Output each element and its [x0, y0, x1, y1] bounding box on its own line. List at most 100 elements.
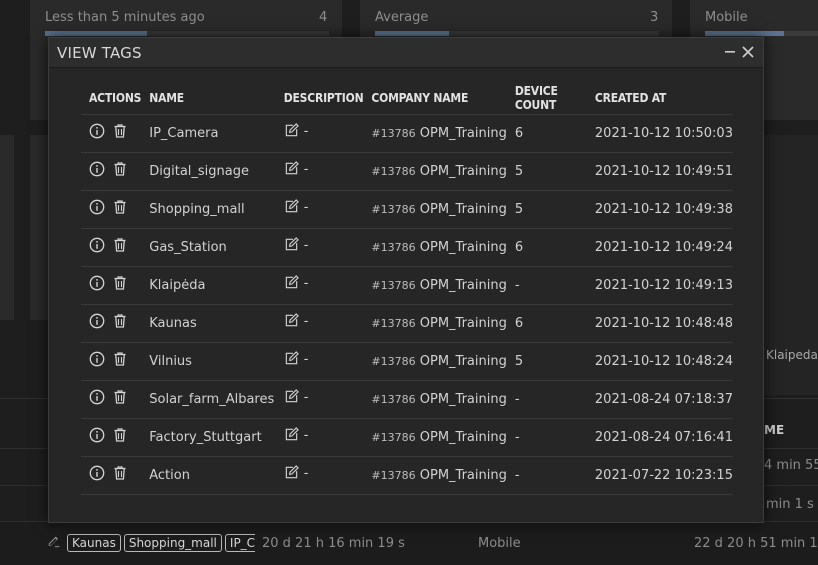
- tag-company: #13786 OPM_Training: [363, 152, 507, 191]
- trash-icon[interactable]: [112, 275, 128, 291]
- trash-icon[interactable]: [112, 161, 128, 177]
- edit-icon[interactable]: [284, 465, 300, 481]
- stat-card-recent-bar: [45, 31, 329, 36]
- company-name: OPM_Training: [419, 391, 507, 407]
- trash-icon[interactable]: [112, 465, 128, 481]
- edit-icon[interactable]: [284, 427, 300, 443]
- info-icon[interactable]: [89, 351, 105, 367]
- tag-company: #13786 OPM_Training: [363, 228, 507, 267]
- company-id: #13786: [371, 316, 416, 330]
- modal-header[interactable]: VIEW TAGS: [49, 38, 763, 68]
- trash-icon[interactable]: [112, 313, 128, 329]
- bg-tag-list: KaunasShopping_mallIP_Car: [67, 532, 255, 552]
- edit-icon[interactable]: [284, 275, 300, 291]
- trash-icon[interactable]: [112, 427, 128, 443]
- column-header-company-name[interactable]: COMPANY NAME: [363, 82, 507, 115]
- table-row: Factory_Stuttgart - #13786 OPM_Training …: [81, 418, 733, 457]
- tag-name: Gas_Station: [141, 228, 276, 267]
- tag-device-count: 6: [506, 114, 587, 153]
- tag-device-count: -: [506, 456, 587, 495]
- trash-icon[interactable]: [112, 123, 128, 139]
- tag-created-at: 2021-10-12 10:50:03: [586, 114, 733, 153]
- company-name: OPM_Training: [419, 277, 507, 293]
- row-actions: [81, 114, 142, 153]
- bg-row-duration: 22 d 20 h 51 min 19: [694, 536, 818, 551]
- company-id: #13786: [371, 240, 416, 254]
- description-value: -: [303, 351, 309, 367]
- edit-icon[interactable]: [284, 161, 300, 177]
- trash-icon[interactable]: [112, 237, 128, 253]
- row-actions: [81, 304, 142, 343]
- edit-icon[interactable]: [47, 534, 61, 548]
- edit-icon[interactable]: [284, 389, 300, 405]
- company-name: OPM_Training: [419, 201, 507, 217]
- info-icon[interactable]: [89, 161, 105, 177]
- edit-icon[interactable]: [284, 199, 300, 215]
- column-header-name[interactable]: NAME: [141, 82, 276, 115]
- minimize-icon[interactable]: [721, 42, 739, 62]
- tag-chip[interactable]: Shopping_mall: [123, 534, 222, 552]
- column-header-actions: ACTIONS: [81, 82, 141, 115]
- company-id: #13786: [371, 278, 416, 292]
- edit-icon[interactable]: [284, 123, 300, 139]
- company-id: #13786: [371, 126, 416, 140]
- trash-icon[interactable]: [112, 199, 128, 215]
- trash-icon[interactable]: [112, 351, 128, 367]
- tag-company: #13786 OPM_Training: [363, 190, 507, 229]
- tag-company: #13786 OPM_Training: [363, 418, 507, 457]
- stat-card-mobile-bar: [705, 31, 818, 36]
- tag-created-at: 2021-10-12 10:49:38: [586, 190, 733, 229]
- row-actions: [81, 456, 142, 495]
- tag-device-count: -: [506, 418, 587, 457]
- stat-card-mobile-label: Mobile: [705, 10, 748, 25]
- info-icon[interactable]: [89, 313, 105, 329]
- company-name: OPM_Training: [419, 467, 507, 483]
- tag-chip[interactable]: Kaunas: [67, 534, 121, 552]
- edit-icon[interactable]: [284, 313, 300, 329]
- table-row: IP_Camera - #13786 OPM_Training 6 2021-1…: [81, 114, 733, 153]
- info-icon[interactable]: [89, 199, 105, 215]
- column-header-created-at[interactable]: CREATED AT: [586, 82, 733, 115]
- company-name: OPM_Training: [419, 429, 507, 445]
- tags-table-body: IP_Camera - #13786 OPM_Training 6 2021-1…: [81, 114, 733, 495]
- tag-device-count: -: [506, 266, 587, 305]
- edit-icon[interactable]: [284, 237, 300, 253]
- company-id: #13786: [371, 202, 416, 216]
- info-icon[interactable]: [89, 123, 105, 139]
- info-icon[interactable]: [89, 237, 105, 253]
- tag-created-at: 2021-10-12 10:49:13: [586, 266, 733, 305]
- tag-company: #13786 OPM_Training: [363, 342, 507, 381]
- tag-description: -: [275, 304, 364, 343]
- modal-title: VIEW TAGS: [57, 44, 142, 62]
- description-value: -: [303, 275, 309, 291]
- company-id: #13786: [371, 354, 416, 368]
- company-name: OPM_Training: [419, 353, 507, 369]
- tag-chip[interactable]: IP_Car: [224, 534, 255, 552]
- description-value: -: [303, 465, 309, 481]
- stat-card-average-value: 3: [650, 10, 659, 25]
- tags-table: ACTIONS NAME DESCRIPTION COMPANY NAME DE…: [81, 82, 733, 495]
- column-header-device-count[interactable]: DEVICE COUNT: [506, 82, 587, 115]
- table-row: Digital_signage - #13786 OPM_Training 5 …: [81, 152, 733, 191]
- info-icon[interactable]: [89, 465, 105, 481]
- row-actions: [81, 342, 142, 381]
- info-icon[interactable]: [89, 427, 105, 443]
- table-row: Kaunas - #13786 OPM_Training 6 2021-10-1…: [81, 304, 733, 343]
- view-tags-modal: VIEW TAGS ACTIONS NAME DESCRIPTION COMPA…: [48, 37, 764, 523]
- column-header-description[interactable]: DESCRIPTION: [275, 82, 364, 115]
- bg-row-duration: min 1 s: [766, 497, 814, 512]
- table-row: Action - #13786 OPM_Training - 2021-07-2…: [81, 456, 733, 495]
- company-name: OPM_Training: [419, 315, 507, 331]
- table-row: Klaipėda - #13786 OPM_Training - 2021-10…: [81, 266, 733, 305]
- left-panel: [0, 135, 14, 320]
- tag-company: #13786 OPM_Training: [363, 266, 507, 305]
- bg-table-row: KaunasShopping_mallIP_Car 20 d 21 h 16 m…: [0, 522, 818, 565]
- close-icon[interactable]: [739, 42, 757, 62]
- info-icon[interactable]: [89, 389, 105, 405]
- trash-icon[interactable]: [112, 389, 128, 405]
- edit-icon[interactable]: [284, 351, 300, 367]
- info-icon[interactable]: [89, 275, 105, 291]
- tag-description: -: [275, 380, 364, 419]
- tag-company: #13786 OPM_Training: [363, 304, 507, 343]
- tag-description: -: [275, 342, 364, 381]
